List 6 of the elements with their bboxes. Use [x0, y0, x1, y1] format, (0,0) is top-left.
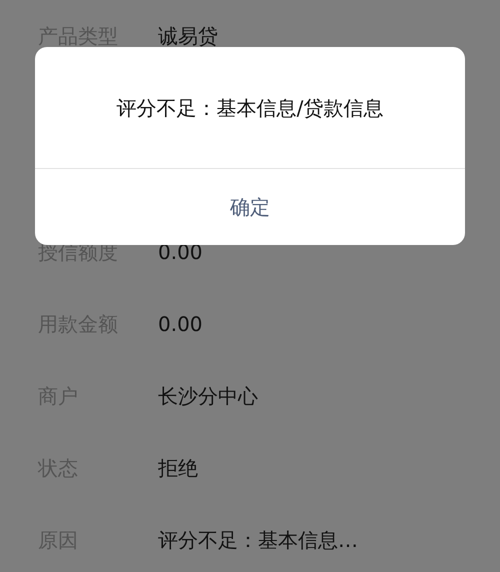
- field-value: 诚易贷: [158, 23, 218, 50]
- field-value: 0.00: [158, 311, 203, 338]
- dialog-message: 评分不足：基本信息/贷款信息: [116, 94, 384, 122]
- field-value: 长沙分中心: [158, 383, 258, 410]
- field-value: 评分不足：基本信息…: [158, 527, 358, 554]
- field-value: 拒绝: [158, 455, 198, 482]
